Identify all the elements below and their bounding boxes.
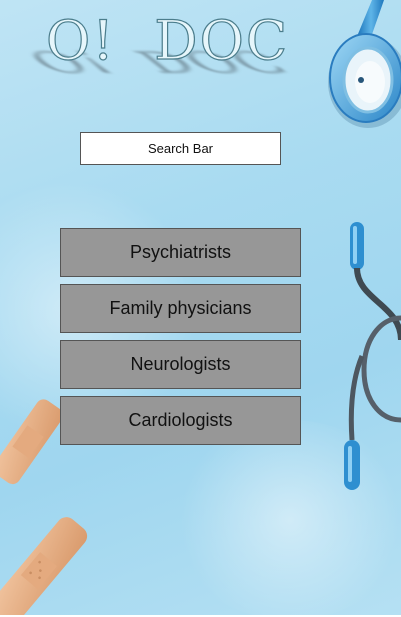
category-button-neurologists[interactable]: Neurologists <box>60 340 301 389</box>
category-button-cardiologists[interactable]: Cardiologists <box>60 396 301 445</box>
stethoscope-icon <box>344 222 401 490</box>
app-logo: O! DOC <box>45 9 290 72</box>
search-bar[interactable]: Search Bar <box>80 132 281 165</box>
app-screen: O! DOC O! DOC Search Bar Psychiatrists F… <box>0 0 401 615</box>
category-button-psychiatrists[interactable]: Psychiatrists <box>60 228 301 277</box>
stethoscope-icon <box>328 0 401 128</box>
category-button-family-physicians[interactable]: Family physicians <box>60 284 301 333</box>
